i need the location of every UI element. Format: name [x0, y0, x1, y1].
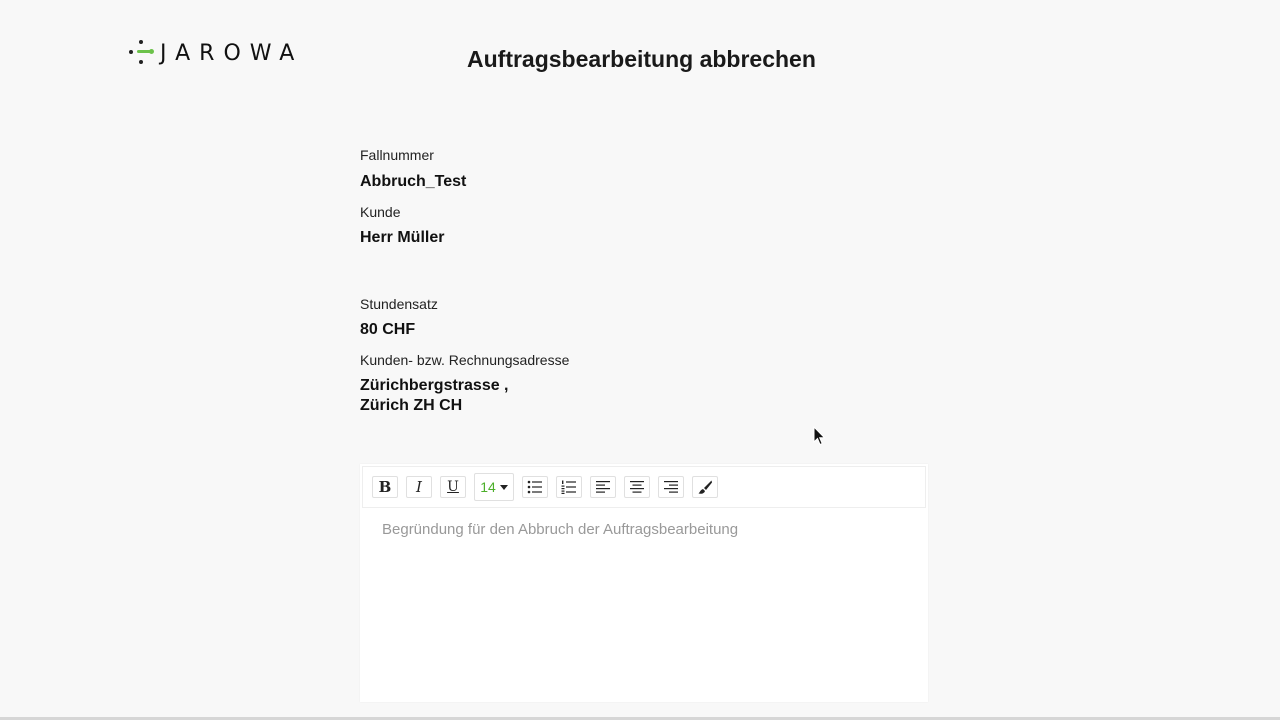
reason-editor: B I U 14 Begründung für den Abbruch der … [360, 464, 928, 702]
page-title: Auftragsbearbeitung abbrechen [467, 46, 816, 72]
mouse-cursor-icon [813, 426, 826, 446]
editor-toolbar: B I U 14 [362, 466, 926, 508]
reason-textarea[interactable]: Begründung für den Abbruch der Auftragsb… [382, 520, 902, 690]
italic-button[interactable]: I [406, 476, 432, 498]
adresse-label: Kunden- bzw. Rechnungsadresse [360, 352, 570, 368]
brush-icon [698, 480, 712, 494]
stundensatz-value: 80 CHF [360, 321, 416, 338]
caret-down-icon [499, 484, 508, 490]
align-right-button[interactable] [658, 476, 684, 498]
reason-placeholder: Begründung für den Abbruch der Auftragsb… [382, 521, 739, 538]
align-left-icon [596, 481, 610, 493]
jarowa-logo: JAROWA [128, 40, 303, 68]
font-size-dropdown[interactable]: 14 [474, 473, 514, 501]
logo-mark-icon [128, 40, 156, 68]
align-center-icon [630, 481, 644, 493]
underline-button[interactable]: U [440, 476, 466, 498]
cancel-order-page: JAROWA Auftragsbearbeitung abbrechen Fal… [0, 0, 1280, 720]
adresse-line-2: Zürich ZH CH [360, 397, 463, 414]
numbered-list-button[interactable] [556, 476, 582, 498]
kunde-label: Kunde [360, 204, 401, 220]
numbered-list-icon [561, 480, 576, 494]
logo-text: JAROWA [160, 41, 304, 66]
bold-button[interactable]: B [372, 476, 398, 498]
align-left-button[interactable] [590, 476, 616, 498]
bullet-list-button[interactable] [522, 476, 548, 498]
font-size-value: 14 [480, 479, 496, 495]
bullet-list-icon [527, 480, 542, 494]
stundensatz-label: Stundensatz [360, 296, 438, 312]
fallnummer-value: Abbruch_Test [360, 173, 467, 190]
align-center-button[interactable] [624, 476, 650, 498]
fallnummer-label: Fallnummer [360, 147, 434, 163]
kunde-value: Herr Müller [360, 229, 445, 246]
align-right-icon [664, 481, 678, 493]
adresse-line-1: Zürichbergstrasse , [360, 377, 509, 394]
brush-button[interactable] [692, 476, 718, 498]
